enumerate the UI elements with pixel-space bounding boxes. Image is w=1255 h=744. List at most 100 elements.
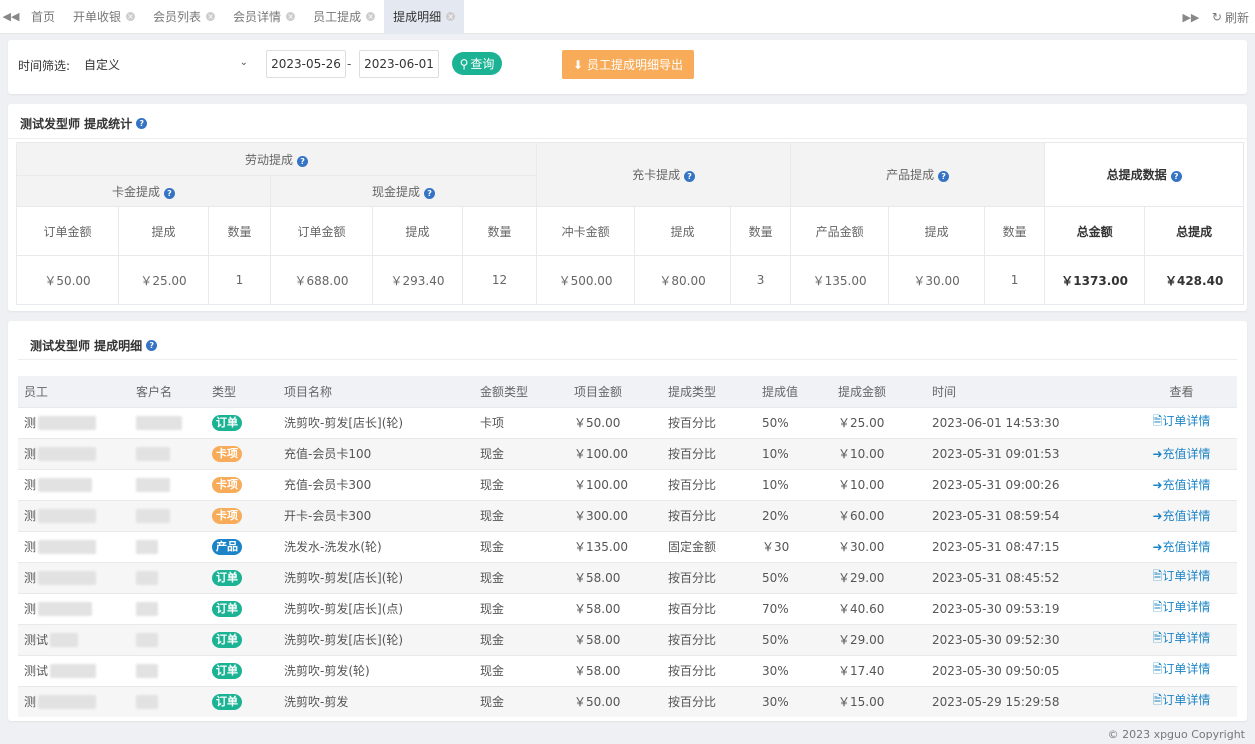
sign-in-icon: ➜ xyxy=(1152,478,1163,492)
type-cell: 订单 xyxy=(206,561,278,593)
time: 2023-05-31 09:01:53 xyxy=(926,437,1126,469)
group-labor: 劳动提成? xyxy=(15,142,538,176)
tab-member-list[interactable]: 会员列表 × xyxy=(144,0,224,34)
stats-column-header: 提成 xyxy=(888,206,986,256)
stats-value: 1 xyxy=(208,255,271,305)
redacted-text xyxy=(38,508,97,523)
close-icon[interactable]: × xyxy=(286,12,296,21)
amount-type: 现金 xyxy=(474,592,568,624)
export-button[interactable]: ⬇ 员工提成明细导出 xyxy=(562,50,694,79)
type-cell: 订单 xyxy=(206,654,278,686)
view-detail-link[interactable]: 🗎订单详情 xyxy=(1153,693,1211,707)
customer-cell xyxy=(130,499,206,531)
redacted-text xyxy=(136,695,158,709)
refresh-button[interactable]: ↻ 刷新 xyxy=(1202,9,1255,26)
end-date-input[interactable]: 2023-06-01 xyxy=(359,50,439,78)
commission-value: 30% xyxy=(756,685,832,717)
stats-table: 劳动提成? 充卡提成? 产品提成? 总提成数据? 卡金提成? 现金提成? 订单金… xyxy=(15,142,1245,305)
stats-value: ￥30.00 xyxy=(888,255,986,305)
amount-type: 现金 xyxy=(474,468,568,500)
help-icon[interactable]: ? xyxy=(136,118,148,129)
commission-type: 按百分比 xyxy=(662,685,756,717)
table-row: 测试 订单 洗剪吹-剪发(轮) 现金 ￥58.00 按百分比 30% ￥17.40 2023-0… xyxy=(18,654,1237,686)
view-label: 订单详情 xyxy=(1162,414,1211,428)
view-detail-link[interactable]: 🗎订单详情 xyxy=(1153,600,1211,614)
close-icon[interactable]: × xyxy=(446,12,456,21)
employee-name: 测 xyxy=(24,695,37,710)
employee-cell: 测试 xyxy=(18,623,130,655)
time: 2023-05-31 08:45:52 xyxy=(926,561,1126,593)
view-cell: ➜充值详情 xyxy=(1126,468,1237,500)
view-cell: 🗎订单详情 xyxy=(1126,561,1237,593)
tabs-scroll-right-icon[interactable]: ▶▶ xyxy=(1180,0,1202,34)
employee-cell: 测 xyxy=(18,561,130,593)
employee-name: 测 xyxy=(24,540,37,554)
redacted-text xyxy=(50,663,97,678)
amount-type: 现金 xyxy=(474,685,568,717)
stats-value: ￥500.00 xyxy=(536,255,636,305)
document-icon: 🗎 xyxy=(1152,662,1163,676)
stats-column-header: 数量 xyxy=(461,206,538,256)
item-name: 洗剪吹-剪发[店长](轮) xyxy=(278,406,474,438)
view-detail-link[interactable]: 🗎订单详情 xyxy=(1153,414,1211,428)
employee-cell: 测 xyxy=(18,437,130,469)
time-range-select[interactable]: 自定义 ⌄ xyxy=(82,51,254,77)
employee-cell: 测 xyxy=(18,592,130,624)
type-cell: 订单 xyxy=(206,685,278,717)
chevron-down-icon: ⌄ xyxy=(239,57,248,68)
table-row: 测试 订单 洗剪吹-剪发[店长](轮) 现金 ￥58.00 按百分比 50% ￥29.00 20… xyxy=(18,623,1237,655)
close-icon[interactable]: × xyxy=(206,12,216,21)
tabs-scroll-left-icon[interactable]: ◀◀ xyxy=(0,0,22,34)
close-icon[interactable]: × xyxy=(126,12,136,21)
close-icon[interactable]: × xyxy=(366,12,376,21)
view-detail-link[interactable]: ➜充值详情 xyxy=(1152,540,1210,554)
view-detail-link[interactable]: ➜充值详情 xyxy=(1152,447,1210,461)
stats-value: 12 xyxy=(461,255,538,305)
view-cell: 🗎订单详情 xyxy=(1126,654,1237,686)
help-icon[interactable]: ? xyxy=(424,187,436,199)
redacted-text xyxy=(136,570,158,585)
tab-checkout[interactable]: 开单收银 × xyxy=(64,0,144,34)
customer-cell xyxy=(130,561,206,593)
commission-type: 按百分比 xyxy=(662,437,756,469)
view-detail-link[interactable]: ➜充值详情 xyxy=(1152,509,1210,523)
item-amount: ￥100.00 xyxy=(568,437,662,469)
table-row: 测 产品 洗发水-洗发水(轮) 现金 ￥135.00 固定金额 ￥30 ￥30.00 2023-… xyxy=(18,530,1237,562)
tab-commission-detail[interactable]: 提成明细 × xyxy=(384,0,465,34)
customer-cell xyxy=(130,654,206,686)
view-detail-link[interactable]: 🗎订单详情 xyxy=(1153,569,1211,583)
employee-name: 测 xyxy=(24,416,37,430)
export-label: 员工提成明细导出 xyxy=(587,58,684,72)
redacted-text xyxy=(38,415,97,430)
view-detail-link[interactable]: 🗎订单详情 xyxy=(1153,662,1211,676)
type-badge: 卡项 xyxy=(212,507,242,524)
view-label: 充值详情 xyxy=(1162,478,1211,492)
help-icon[interactable]: ? xyxy=(938,171,950,182)
help-icon[interactable]: ? xyxy=(164,187,175,199)
tab-label: 会员详情 xyxy=(233,10,282,24)
commission-amount: ￥17.40 xyxy=(832,654,926,686)
customer-cell xyxy=(130,685,206,717)
type-badge: 产品 xyxy=(212,538,242,555)
tab-home[interactable]: 首页 xyxy=(22,0,64,34)
tab-member-detail[interactable]: 会员详情 × xyxy=(224,0,304,34)
group-product: 产品提成? xyxy=(790,142,1046,207)
view-detail-link[interactable]: ➜充值详情 xyxy=(1152,478,1210,492)
commission-type: 按百分比 xyxy=(662,406,756,438)
commission-amount: ￥60.00 xyxy=(832,499,926,531)
help-icon[interactable]: ? xyxy=(146,340,158,351)
view-label: 充值详情 xyxy=(1162,509,1211,523)
employee-cell: 测 xyxy=(18,406,130,438)
view-cell: 🗎订单详情 xyxy=(1126,685,1237,717)
query-button[interactable]: ⚲ 查询 xyxy=(452,52,502,75)
help-icon[interactable]: ? xyxy=(297,155,309,167)
help-icon[interactable]: ? xyxy=(684,171,696,182)
help-icon[interactable]: ? xyxy=(1170,171,1182,182)
customer-cell xyxy=(130,592,206,624)
commission-value: 20% xyxy=(756,499,832,531)
tab-staff-commission[interactable]: 员工提成 × xyxy=(304,0,384,34)
commission-amount: ￥29.00 xyxy=(832,561,926,593)
start-date-input[interactable]: 2023-05-26 xyxy=(266,50,346,78)
view-detail-link[interactable]: 🗎订单详情 xyxy=(1153,631,1211,645)
stats-column-header: 订单金额 xyxy=(16,206,119,256)
